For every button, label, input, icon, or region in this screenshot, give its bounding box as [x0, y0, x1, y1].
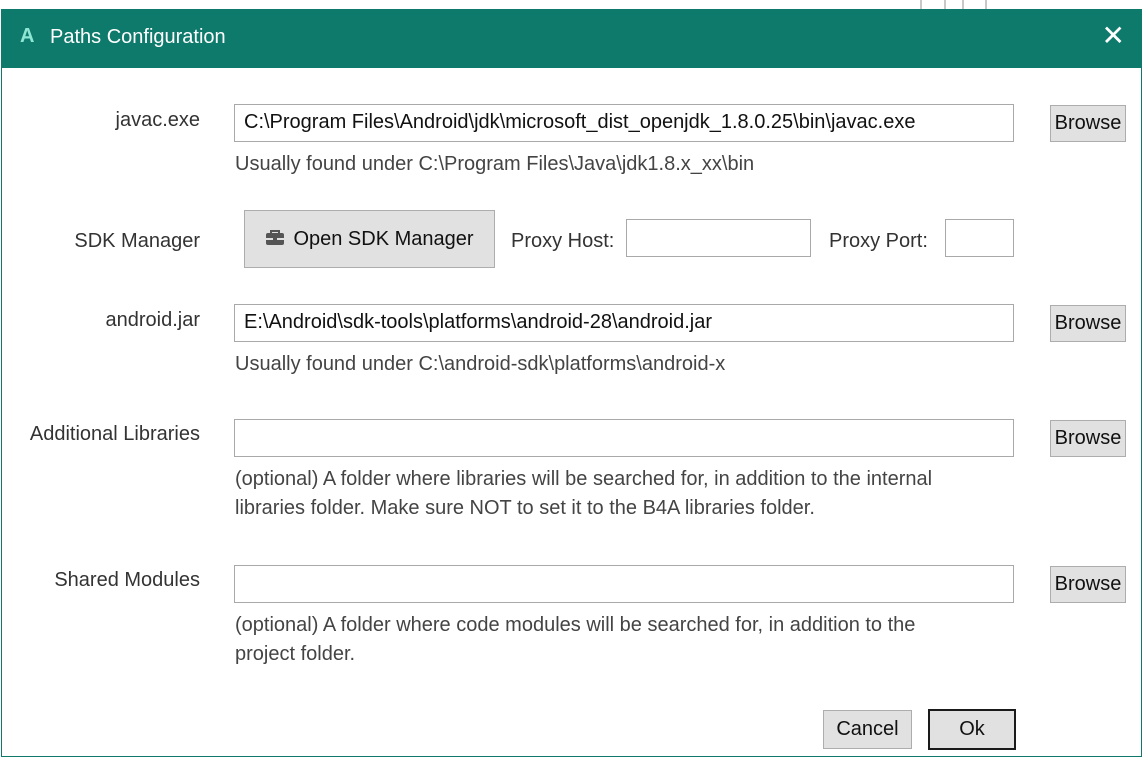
- additional-libraries-hint-line2: libraries folder. Make sure NOT to set i…: [235, 497, 815, 519]
- additional-libraries-hint-line1: (optional) A folder where libraries will…: [235, 468, 933, 490]
- shared-modules-hint-line1: (optional) A folder where code modules w…: [235, 614, 916, 636]
- background-window-edge: [944, 0, 946, 9]
- open-sdk-manager-label: Open SDK Manager: [293, 228, 474, 250]
- close-icon[interactable]: ✕: [1102, 22, 1125, 50]
- javac-path-field[interactable]: C:\Program Files\Android\jdk\microsoft_d…: [234, 104, 1014, 142]
- android-jar-hint: Usually found under C:\android-sdk\platf…: [235, 353, 726, 375]
- sdk-manager-label: SDK Manager: [74, 230, 200, 252]
- ok-button[interactable]: Ok: [928, 709, 1016, 750]
- javac-label: javac.exe: [115, 109, 201, 131]
- javac-browse-button[interactable]: Browse: [1050, 105, 1126, 142]
- additional-libraries-label: Additional Libraries: [29, 423, 200, 445]
- cancel-button[interactable]: Cancel: [823, 710, 912, 749]
- shared-modules-browse-button[interactable]: Browse: [1050, 566, 1126, 603]
- additional-libraries-field[interactable]: [234, 419, 1014, 457]
- android-jar-label: android.jar: [105, 309, 200, 331]
- title-bar: A Paths Configuration ✕: [2, 9, 1141, 68]
- android-jar-browse-button[interactable]: Browse: [1050, 305, 1126, 342]
- b4a-logo-icon: A: [20, 25, 35, 47]
- background-window-edge: [985, 0, 987, 9]
- toolbox-icon: [266, 230, 285, 245]
- proxy-host-input[interactable]: [626, 219, 811, 257]
- background-window-edge: [962, 0, 964, 9]
- shared-modules-hint-line2: project folder.: [235, 643, 356, 665]
- paths-configuration-dialog: A Paths Configuration ✕ javac.exe C:\Pro…: [1, 9, 1142, 757]
- window-title: Paths Configuration: [50, 26, 226, 48]
- android-jar-path-field[interactable]: E:\Android\sdk-tools\platforms\android-2…: [234, 304, 1014, 342]
- shared-modules-label: Shared Modules: [54, 569, 200, 591]
- proxy-host-label: Proxy Host:: [511, 230, 615, 252]
- additional-libraries-browse-button[interactable]: Browse: [1050, 420, 1126, 457]
- proxy-port-input[interactable]: [945, 219, 1014, 257]
- background-window-edge: [920, 0, 922, 9]
- javac-hint: Usually found under C:\Program Files\Jav…: [235, 153, 755, 175]
- proxy-port-label: Proxy Port:: [829, 230, 928, 252]
- shared-modules-field[interactable]: [234, 565, 1014, 603]
- open-sdk-manager-button[interactable]: Open SDK Manager: [244, 210, 495, 268]
